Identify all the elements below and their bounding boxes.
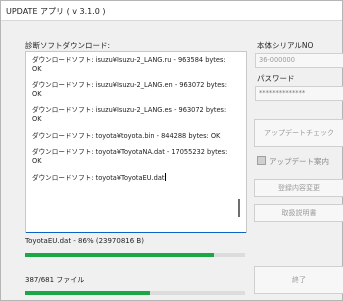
log-entry: ダウンロードソフト: toyota¥toyota.bin - 844288 by…: [32, 131, 221, 140]
title-bar: UPDATE アプリ ( v 3.1.0 ): [1, 1, 342, 21]
password-value: **************: [259, 89, 306, 97]
log-entry: ダウンロードソフト: isuzu¥Isuzu-2_LANG.es - 96307…: [32, 106, 227, 123]
download-log-label: 診断ソフトダウンロード:: [25, 41, 111, 50]
total-progress-bar: [25, 291, 245, 295]
password-label: パスワード: [257, 74, 295, 83]
update-guide-label: アップデート案内: [269, 157, 329, 166]
text-caret: [165, 173, 167, 182]
window-title: UPDATE アプリ ( v 3.1.0 ): [6, 7, 106, 16]
serial-value: 36-000000: [259, 56, 295, 64]
exit-button[interactable]: 終了: [254, 266, 343, 294]
serial-label: 本体シリアルNO: [257, 41, 314, 50]
total-progress-text: 387/681 ファイル: [25, 276, 85, 284]
total-progress-fill: [25, 291, 150, 295]
log-entry: ダウンロードソフト: isuzu¥Isuzu-2_LANG.en - 96307…: [32, 81, 227, 98]
file-progress-fill: [25, 253, 215, 257]
update-guide-checkbox[interactable]: [257, 156, 266, 165]
update-guide-checkbox-row[interactable]: アップデート案内: [257, 156, 329, 167]
log-entry: ダウンロードソフト: toyota¥ToyotaNA.dat - 1705523…: [32, 148, 228, 165]
serial-field: 36-000000: [255, 53, 343, 68]
log-entry-current: ダウンロードソフト: toyota¥ToyotaEU.dat: [32, 173, 167, 183]
password-field[interactable]: **************: [255, 86, 343, 101]
file-progress-text: ToyotaEU.dat - 86% (23970816 B): [25, 237, 144, 245]
focus-underline: [26, 232, 246, 233]
registration-change-button[interactable]: 登録内容変更: [254, 179, 343, 197]
file-progress-bar: [25, 253, 245, 257]
manual-button[interactable]: 取扱説明書: [254, 204, 343, 222]
log-entry: ダウンロードソフト: isuzu¥Isuzu-2_LANG.ru - 96358…: [32, 56, 226, 73]
log-scrollbar-thumb[interactable]: [238, 199, 240, 217]
download-log[interactable]: ダウンロードソフト: isuzu¥Isuzu-2_LANG.ru - 96358…: [25, 51, 247, 233]
update-app-window: UPDATE アプリ ( v 3.1.0 ) 診断ソフトダウンロード: ダウンロ…: [0, 0, 343, 301]
update-check-button[interactable]: アップデートチェック: [254, 119, 343, 147]
